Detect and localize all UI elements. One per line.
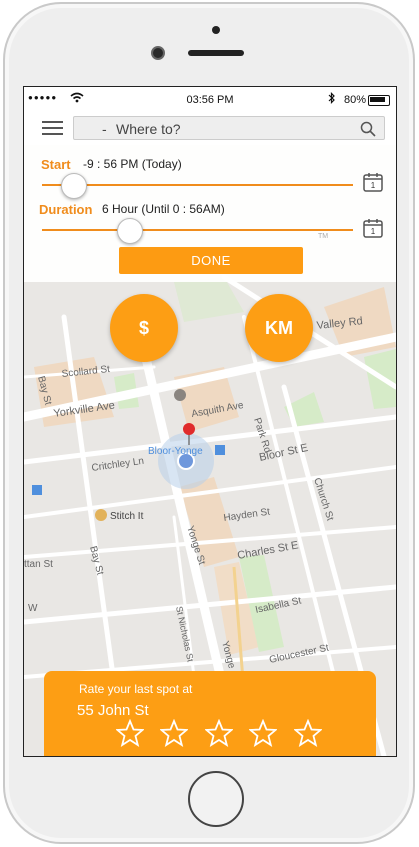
search-icon[interactable] (360, 121, 376, 137)
calendar-icon[interactable]: 1 (363, 172, 383, 192)
start-label: Start (41, 157, 71, 172)
rate-address: 55 John St (77, 702, 149, 719)
sensor-dot (212, 26, 220, 34)
star-icon[interactable] (293, 719, 322, 747)
status-bar: ●●●●● 03:56 PM 80% (24, 87, 396, 113)
star-icon[interactable] (204, 719, 233, 747)
front-camera (151, 46, 165, 60)
duration-slider-handle[interactable] (117, 218, 144, 244)
bluetooth-icon (328, 92, 336, 107)
distance-filter-button[interactable]: KM (245, 294, 313, 362)
duration-value: 6 Hour (Until 0 : 56AM) (102, 202, 225, 216)
calendar-icon[interactable]: 1 (363, 218, 383, 238)
time-panel: Start -9 : 56 PM (Today) 1 Duration 6 Ho… (24, 145, 396, 282)
start-slider-handle[interactable] (61, 173, 88, 199)
earpiece-speaker (188, 50, 244, 56)
start-value: -9 : 56 PM (Today) (83, 157, 182, 171)
rate-prompt: Rate your last spot at (79, 682, 193, 696)
price-filter-button[interactable]: $ (110, 294, 178, 362)
map-label-stitch: Stitch It (110, 511, 144, 522)
search-input[interactable]: - Where to? (73, 116, 385, 140)
map-label-w: W (28, 603, 38, 614)
svg-text:1: 1 (371, 181, 376, 190)
home-button[interactable] (188, 771, 244, 827)
svg-text:1: 1 (371, 227, 376, 236)
star-icon[interactable] (116, 719, 144, 747)
search-prefix: - (102, 121, 107, 137)
rate-spot-card[interactable]: Rate your last spot at 55 John St (44, 671, 376, 756)
star-icon[interactable] (249, 719, 278, 747)
app-screen: Scollard St Yorkville Ave Critchley Ln A… (23, 86, 397, 757)
trademark-mark: TM (318, 233, 329, 240)
map-label-tan: ttan St (24, 559, 53, 570)
top-bar: - Where to? (24, 113, 396, 145)
subway-icon (32, 485, 42, 495)
subway-icon (215, 445, 225, 455)
duration-slider-track[interactable] (42, 229, 353, 231)
search-placeholder: Where to? (116, 121, 181, 137)
duration-label: Duration (39, 202, 93, 217)
star-rating[interactable] (116, 719, 334, 752)
location-pin-icon[interactable] (183, 423, 195, 435)
menu-icon[interactable] (42, 121, 63, 136)
poi-icon (174, 389, 186, 401)
done-button[interactable]: DONE (119, 247, 303, 274)
battery-icon (368, 95, 390, 106)
star-icon[interactable] (160, 719, 189, 747)
start-slider-track[interactable] (42, 184, 353, 186)
poi-icon (95, 509, 107, 521)
status-time: 03:56 PM (186, 94, 234, 106)
battery-percent: 80% (343, 94, 366, 106)
map-label-bloor-station: Bloor-Yonge (148, 446, 203, 457)
